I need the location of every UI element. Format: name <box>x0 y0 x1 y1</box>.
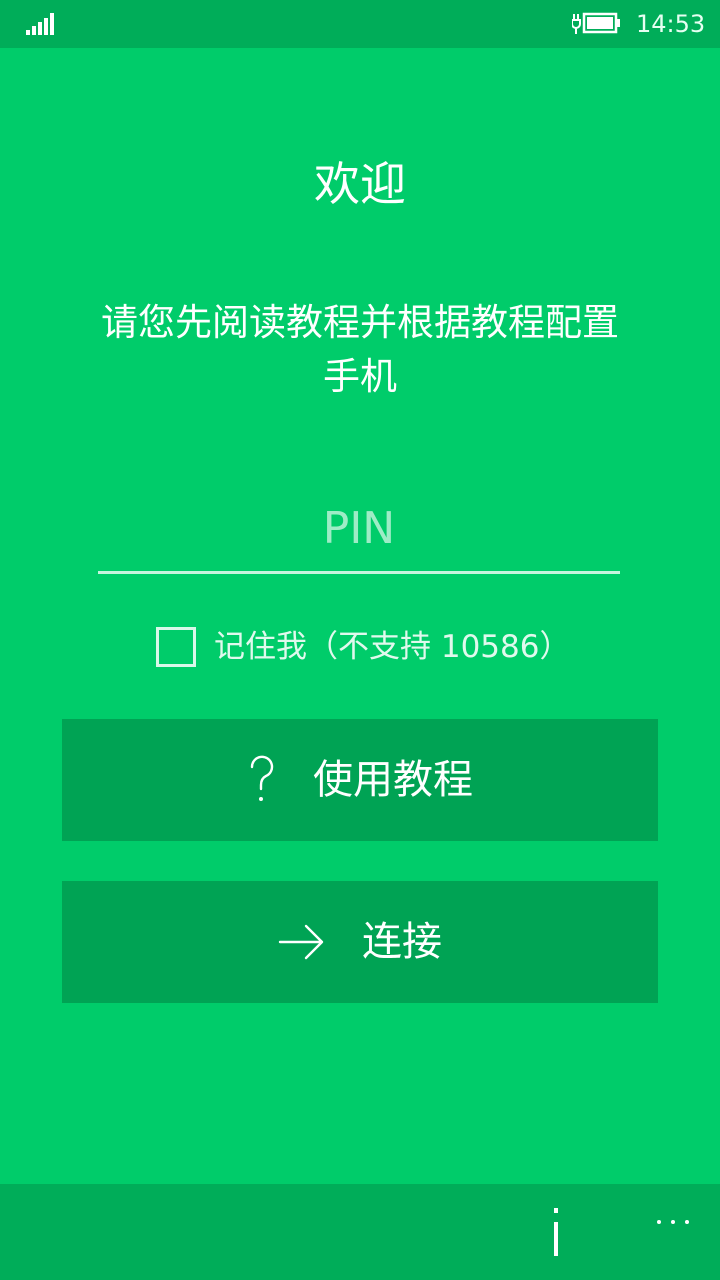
more-button[interactable] <box>648 1202 698 1242</box>
info-button[interactable] <box>534 1202 578 1262</box>
signal-bars-icon <box>26 13 54 35</box>
remember-me-row[interactable]: 记住我（不支持 10586） <box>156 626 570 668</box>
pin-underline <box>98 571 620 574</box>
connect-button[interactable]: 连接 <box>62 881 658 1003</box>
page-title: 欢迎 <box>314 157 406 211</box>
remember-me-checkbox[interactable] <box>156 627 196 667</box>
connect-button-label: 连接 <box>362 919 442 965</box>
tutorial-button-label: 使用教程 <box>313 757 473 803</box>
remember-me-label: 记住我（不支持 10586） <box>214 629 571 665</box>
info-icon <box>554 1208 558 1256</box>
pin-field[interactable] <box>98 488 620 574</box>
battery-charging-icon <box>572 12 620 34</box>
status-bar: 14:53 <box>0 0 720 48</box>
question-mark-icon <box>247 755 277 805</box>
more-ellipsis-icon <box>657 1220 689 1224</box>
arrow-right-icon <box>278 922 326 962</box>
instructions-text: 请您先阅读教程并根据教程配置手机 <box>101 301 619 398</box>
tutorial-button[interactable]: 使用教程 <box>62 719 658 841</box>
pin-input[interactable] <box>98 488 620 568</box>
status-time: 14:53 <box>636 10 706 38</box>
app-bar <box>0 1184 720 1280</box>
